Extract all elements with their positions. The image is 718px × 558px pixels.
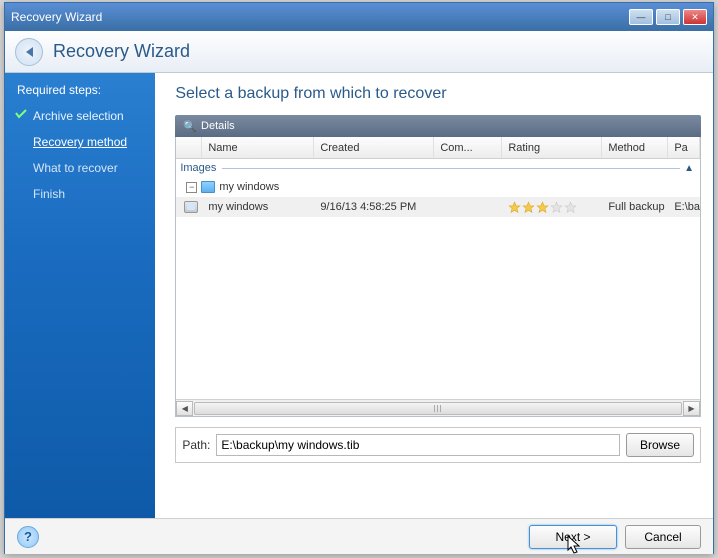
window-controls: — □ ✕ bbox=[629, 9, 707, 25]
wizard-body: Required steps: Archive selection Recove… bbox=[5, 73, 713, 518]
column-comments[interactable]: Com... bbox=[434, 137, 502, 158]
column-created[interactable]: Created bbox=[314, 137, 434, 158]
sidebar-header: Required steps: bbox=[5, 77, 155, 103]
cancel-button[interactable]: Cancel bbox=[625, 525, 701, 549]
cell-name: my windows bbox=[202, 201, 314, 213]
tree-root-row[interactable]: − my windows bbox=[176, 177, 700, 197]
horizontal-scrollbar[interactable]: ◀ ▶ bbox=[176, 399, 700, 416]
step-label: What to recover bbox=[33, 161, 118, 175]
details-bar[interactable]: 🔍 Details bbox=[175, 115, 701, 137]
cell-method: Full backup bbox=[602, 201, 668, 213]
path-row: Path: Browse bbox=[175, 427, 701, 463]
scroll-thumb[interactable] bbox=[194, 402, 682, 415]
cell-created: 9/16/13 4:58:25 PM bbox=[314, 201, 434, 213]
step-recovery-method[interactable]: Recovery method bbox=[5, 129, 155, 155]
folder-icon bbox=[201, 181, 215, 193]
tree-collapse-icon[interactable]: − bbox=[186, 182, 197, 193]
minimize-button[interactable]: — bbox=[629, 9, 653, 25]
star-filled-icon bbox=[508, 201, 521, 214]
column-method[interactable]: Method bbox=[602, 137, 668, 158]
star-empty-icon bbox=[550, 201, 563, 214]
collapse-caret-icon[interactable]: ▲ bbox=[684, 163, 700, 174]
maximize-button[interactable]: □ bbox=[656, 9, 680, 25]
step-label: Finish bbox=[33, 187, 65, 201]
cell-rating[interactable] bbox=[502, 201, 602, 214]
scroll-right-button[interactable]: ▶ bbox=[683, 401, 700, 416]
sidebar: Required steps: Archive selection Recove… bbox=[5, 73, 155, 518]
back-button[interactable] bbox=[15, 38, 43, 66]
path-label: Path: bbox=[182, 438, 210, 452]
backup-list: Name Created Com... Rating Method Pa Ima… bbox=[175, 137, 701, 417]
footer-buttons: Next > Cancel bbox=[529, 525, 701, 549]
group-images[interactable]: Images ▲ bbox=[176, 159, 700, 177]
page-title: Select a backup from which to recover bbox=[175, 85, 701, 103]
wizard-header: Recovery Wizard bbox=[5, 31, 713, 73]
backup-row[interactable]: my windows 9/16/13 4:58:25 PM Full backu… bbox=[176, 197, 700, 217]
window-title: Recovery Wizard bbox=[11, 10, 629, 24]
titlebar[interactable]: Recovery Wizard — □ ✕ bbox=[5, 3, 713, 31]
step-label: Archive selection bbox=[33, 109, 124, 123]
checkmark-icon bbox=[15, 109, 27, 121]
wizard-title: Recovery Wizard bbox=[53, 41, 190, 62]
main-panel: Select a backup from which to recover 🔍 … bbox=[155, 73, 713, 518]
star-filled-icon bbox=[522, 201, 535, 214]
footer: ? Next > Cancel bbox=[5, 518, 713, 554]
column-headers: Name Created Com... Rating Method Pa bbox=[176, 137, 700, 159]
column-rating[interactable]: Rating bbox=[502, 137, 602, 158]
details-label: Details bbox=[201, 120, 235, 132]
step-archive-selection[interactable]: Archive selection bbox=[5, 103, 155, 129]
back-arrow-icon bbox=[26, 47, 33, 57]
recovery-wizard-window: Recovery Wizard — □ ✕ Recovery Wizard Re… bbox=[4, 2, 714, 554]
scroll-left-button[interactable]: ◀ bbox=[176, 401, 193, 416]
step-label: Recovery method bbox=[33, 135, 127, 149]
disk-icon bbox=[184, 201, 198, 213]
step-what-to-recover[interactable]: What to recover bbox=[5, 155, 155, 181]
list-body: Images ▲ − my windows my windows bbox=[176, 159, 700, 399]
path-input[interactable] bbox=[216, 434, 620, 456]
step-finish[interactable]: Finish bbox=[5, 181, 155, 207]
details-icon: 🔍 bbox=[183, 120, 197, 133]
star-empty-icon bbox=[564, 201, 577, 214]
group-label: Images bbox=[180, 162, 216, 174]
close-button[interactable]: ✕ bbox=[683, 9, 707, 25]
cell-path: E:\ba bbox=[668, 201, 700, 213]
column-path[interactable]: Pa bbox=[668, 137, 700, 158]
tree-root-label: my windows bbox=[219, 181, 279, 193]
group-divider bbox=[222, 168, 680, 169]
help-button[interactable]: ? bbox=[17, 526, 39, 548]
star-filled-icon bbox=[536, 201, 549, 214]
column-name[interactable]: Name bbox=[202, 137, 314, 158]
column-spacer bbox=[176, 137, 202, 158]
browse-button[interactable]: Browse bbox=[626, 433, 694, 457]
next-button[interactable]: Next > bbox=[529, 525, 617, 549]
